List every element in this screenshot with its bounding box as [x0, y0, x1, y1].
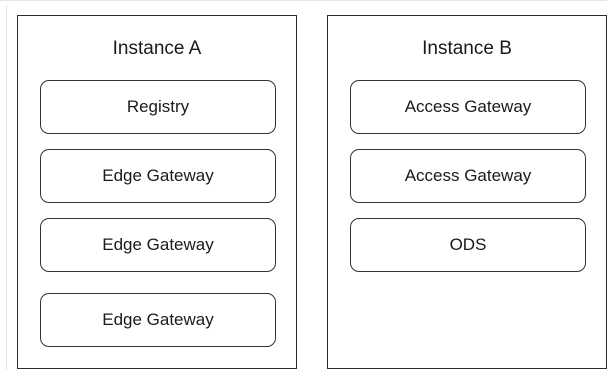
canvas-top-edge	[0, 0, 607, 6]
canvas-left-edge	[6, 5, 7, 370]
instance-b-container: Instance B Access Gateway Access Gateway…	[327, 15, 607, 369]
registry-node: Registry	[40, 80, 276, 134]
instance-b-title: Instance B	[422, 38, 512, 59]
edge-gateway-node-2: Edge Gateway	[40, 218, 276, 272]
access-gateway-node-1: Access Gateway	[350, 80, 586, 134]
instance-a-container: Instance A Registry Edge Gateway Edge Ga…	[17, 15, 297, 369]
edge-gateway-node-1: Edge Gateway	[40, 149, 276, 203]
instance-a-title: Instance A	[112, 38, 202, 59]
ods-node: ODS	[350, 218, 586, 272]
edge-gateway-node-3: Edge Gateway	[40, 293, 276, 347]
access-gateway-node-2: Access Gateway	[350, 149, 586, 203]
